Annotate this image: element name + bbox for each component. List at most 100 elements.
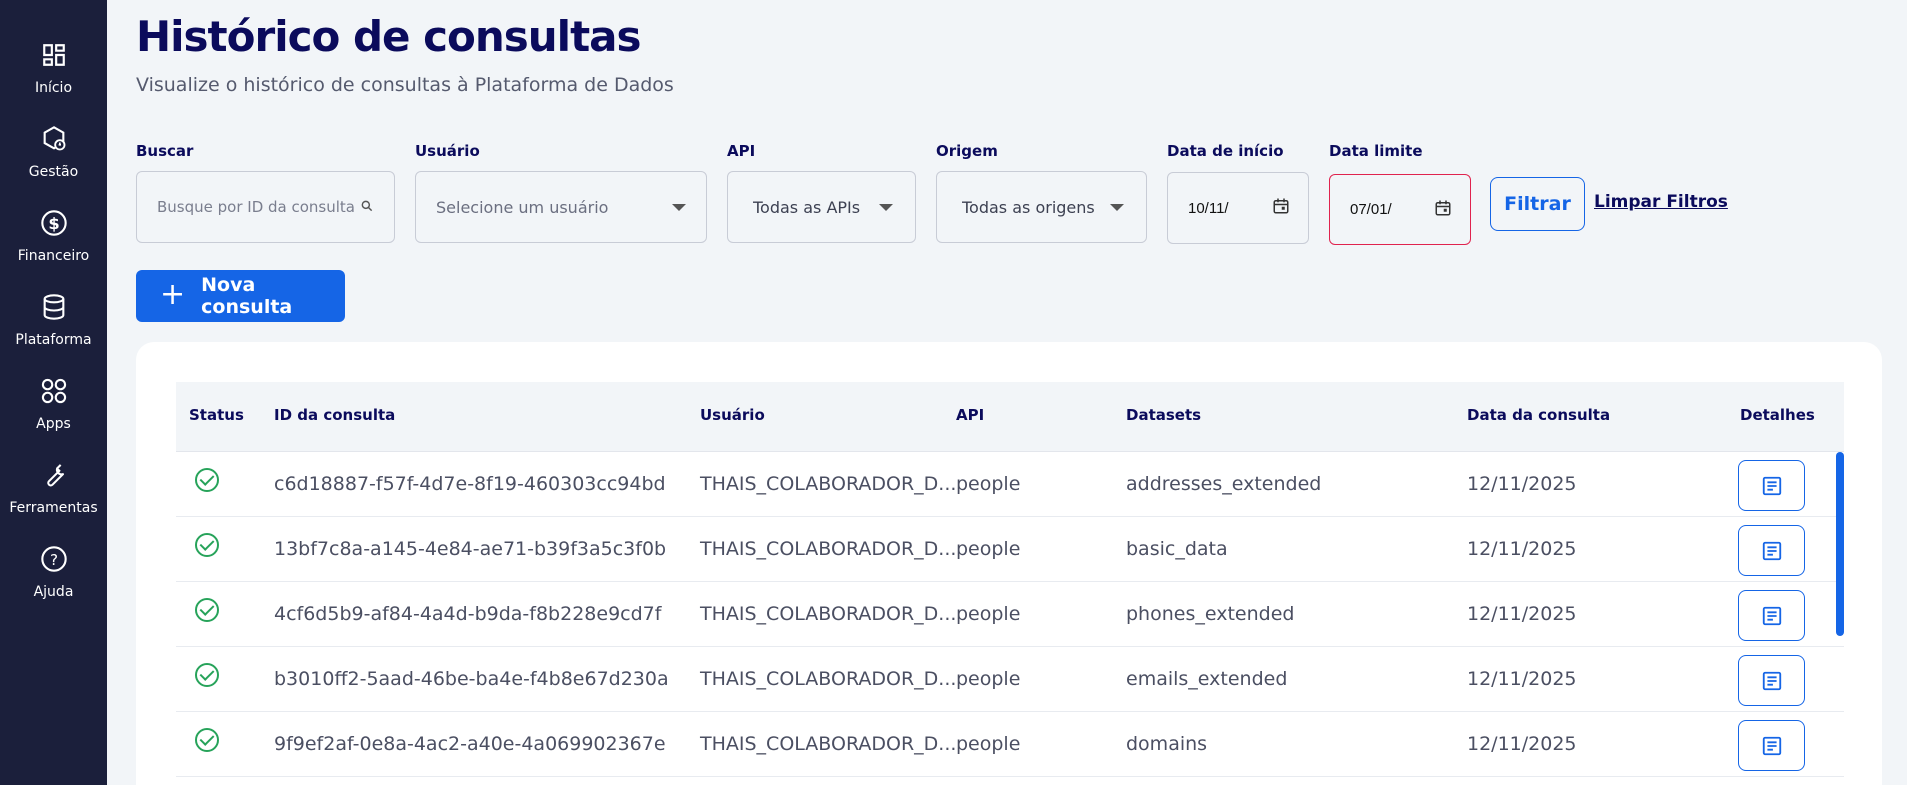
- management-icon: [39, 124, 69, 154]
- dataset-cell: phones_extended: [1126, 603, 1295, 625]
- end-date-label: Data limite: [1329, 142, 1423, 160]
- document-icon: [1762, 671, 1781, 690]
- query-id-cell: b3010ff2-5aad-46be-ba4e-f4b8e67d230a: [274, 668, 669, 690]
- sidebar-item-label: Financeiro: [17, 248, 90, 264]
- table-row: 13bf7c8a-a145-4e84-ae71-b39f3a5c3f0b THA…: [176, 517, 1844, 582]
- column-header-datasets: Datasets: [1126, 406, 1202, 424]
- sidebar-item-inicio[interactable]: Início: [0, 36, 107, 116]
- api-cell: people: [956, 473, 1021, 495]
- start-date-input[interactable]: 10/11/: [1167, 172, 1309, 244]
- sidebar-item-gestao[interactable]: Gestão: [0, 120, 107, 200]
- help-icon: ?: [39, 544, 69, 574]
- success-status-icon: [195, 728, 219, 752]
- chevron-down-icon: [672, 203, 686, 211]
- apps-icon: [39, 376, 69, 406]
- date-cell: 12/11/2025: [1467, 668, 1577, 690]
- user-select-value: Selecione um usuário: [436, 197, 609, 217]
- sidebar-item-apps[interactable]: Apps: [0, 372, 107, 452]
- api-cell: people: [956, 603, 1021, 625]
- svg-text:?: ?: [49, 551, 57, 569]
- search-placeholder: Busque por ID da consulta: [157, 198, 355, 216]
- date-cell: 12/11/2025: [1467, 733, 1577, 755]
- query-id-cell: c6d18887-f57f-4d7e-8f19-460303cc94bd: [274, 473, 666, 495]
- document-icon: [1762, 736, 1781, 755]
- details-button[interactable]: [1738, 655, 1805, 706]
- document-icon: [1762, 606, 1781, 625]
- origin-select-value: Todas as origens: [962, 197, 1095, 217]
- sidebar-item-ferramentas[interactable]: Ferramentas: [0, 456, 107, 536]
- success-status-icon: [195, 663, 219, 687]
- page-subtitle: Visualize o histórico de consultas à Pla…: [136, 74, 674, 96]
- end-date-value: 07/01/: [1350, 201, 1392, 218]
- sidebar-item-ajuda[interactable]: ? Ajuda: [0, 540, 107, 620]
- sidebar-item-label: Apps: [36, 416, 71, 432]
- user-cell: THAIS_COLABORADOR_D...: [700, 538, 957, 560]
- query-id-cell: 4cf6d5b9-af84-4a4d-b9da-f8b228e9cd7f: [274, 603, 662, 625]
- table-header: Status ID da consulta Usuário API Datase…: [176, 382, 1844, 452]
- user-cell: THAIS_COLABORADOR_D...: [700, 733, 957, 755]
- column-header-status: Status: [189, 406, 244, 424]
- date-cell: 12/11/2025: [1467, 538, 1577, 560]
- table-row: c6d18887-f57f-4d7e-8f19-460303cc94bd THA…: [176, 452, 1844, 517]
- dataset-cell: domains: [1126, 733, 1208, 755]
- api-select-value: Todas as APIs: [753, 197, 861, 217]
- date-cell: 12/11/2025: [1467, 603, 1577, 625]
- clear-filters-link[interactable]: Limpar Filtros: [1594, 192, 1728, 212]
- success-status-icon: [195, 468, 219, 492]
- user-label: Usuário: [415, 142, 480, 160]
- user-cell: THAIS_COLABORADOR_D...: [700, 668, 957, 690]
- origin-label: Origem: [936, 142, 998, 160]
- calendar-icon[interactable]: [1434, 199, 1452, 221]
- end-date-input[interactable]: 07/01/: [1329, 174, 1471, 245]
- new-query-button[interactable]: + Nova consulta: [136, 270, 345, 322]
- calendar-icon[interactable]: [1272, 197, 1290, 219]
- details-button[interactable]: [1738, 590, 1805, 641]
- table-row: 4cf6d5b9-af84-4a4d-b9da-f8b228e9cd7f THA…: [176, 582, 1844, 647]
- details-button[interactable]: [1738, 525, 1805, 576]
- start-date-label: Data de início: [1167, 142, 1284, 160]
- api-select[interactable]: Todas as APIs: [727, 171, 916, 243]
- success-status-icon: [195, 533, 219, 557]
- sidebar-item-plataforma[interactable]: Plataforma: [0, 288, 107, 368]
- wrench-icon: [39, 460, 69, 490]
- sidebar-item-financeiro[interactable]: $ Financeiro: [0, 204, 107, 284]
- date-cell: 12/11/2025: [1467, 473, 1577, 495]
- column-header-user: Usuário: [700, 406, 765, 424]
- column-header-details: Detalhes: [1740, 406, 1815, 424]
- sidebar-item-label: Início: [34, 80, 73, 96]
- sidebar-item-label: Ajuda: [33, 584, 74, 600]
- sidebar-item-label: Ferramentas: [9, 500, 98, 516]
- details-button[interactable]: [1738, 460, 1805, 511]
- api-label: API: [727, 142, 756, 160]
- filter-button[interactable]: Filtrar: [1490, 177, 1585, 231]
- search-icon: [360, 198, 374, 217]
- dollar-icon: $: [39, 208, 69, 238]
- search-input[interactable]: Busque por ID da consulta: [136, 171, 395, 243]
- origin-select[interactable]: Todas as origens: [936, 171, 1147, 243]
- plus-icon: +: [160, 276, 186, 312]
- api-cell: people: [956, 538, 1021, 560]
- sidebar-item-label: Gestão: [28, 164, 79, 180]
- user-cell: THAIS_COLABORADOR_D...: [700, 603, 957, 625]
- details-button[interactable]: [1738, 720, 1805, 771]
- dataset-cell: addresses_extended: [1126, 473, 1322, 495]
- queries-table-card: Status ID da consulta Usuário API Datase…: [136, 342, 1882, 785]
- success-status-icon: [195, 598, 219, 622]
- column-header-date: Data da consulta: [1467, 406, 1611, 424]
- table-scrollbar[interactable]: [1836, 452, 1844, 636]
- dashboard-icon: [39, 40, 69, 70]
- query-id-cell: 13bf7c8a-a145-4e84-ae71-b39f3a5c3f0b: [274, 538, 667, 560]
- table-row: b3010ff2-5aad-46be-ba4e-f4b8e67d230a THA…: [176, 647, 1844, 712]
- api-cell: people: [956, 733, 1021, 755]
- chevron-down-icon: [1110, 203, 1124, 211]
- query-id-cell: 9f9ef2af-0e8a-4ac2-a40e-4a069902367e: [274, 733, 666, 755]
- chevron-down-icon: [879, 203, 893, 211]
- document-icon: [1762, 476, 1781, 495]
- api-cell: people: [956, 668, 1021, 690]
- search-label: Buscar: [136, 142, 194, 160]
- sidebar: Início Gestão $ Financeiro Plataforma Ap…: [0, 0, 107, 785]
- user-select[interactable]: Selecione um usuário: [415, 171, 707, 243]
- database-icon: [39, 292, 69, 322]
- dataset-cell: basic_data: [1126, 538, 1228, 560]
- start-date-value: 10/11/: [1188, 199, 1229, 217]
